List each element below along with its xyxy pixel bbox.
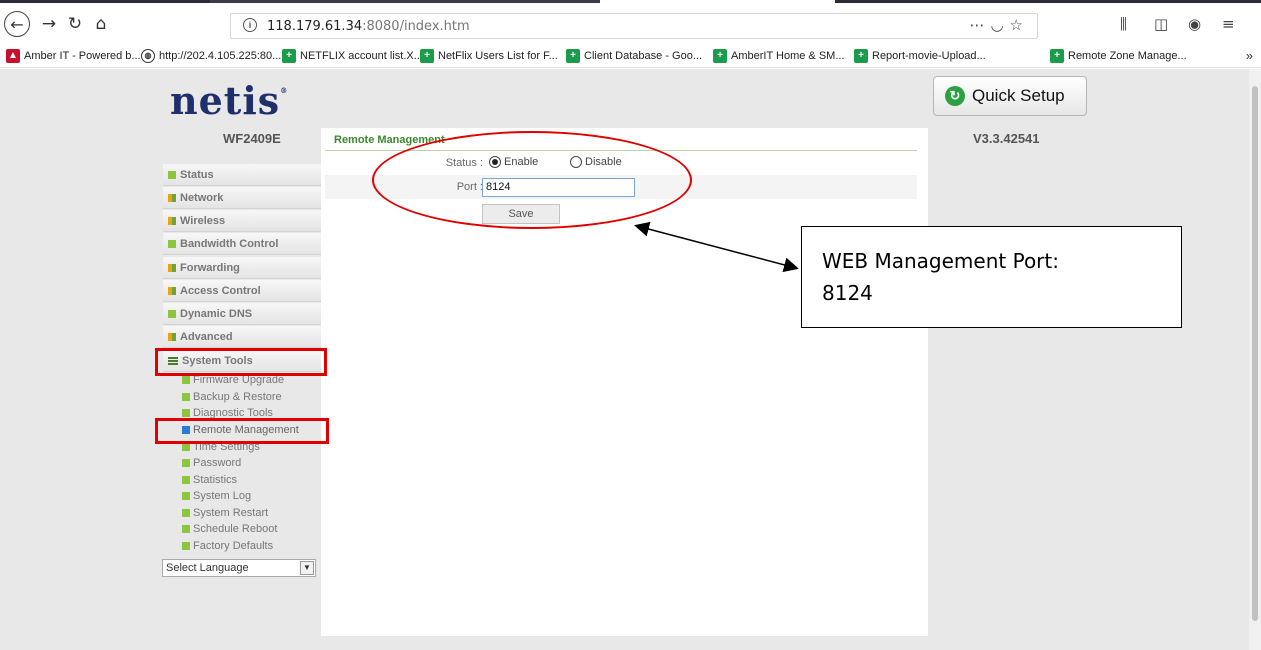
annotation-callout: WEB Management Port: 8124 — [801, 226, 1182, 328]
callout-line-1: WEB Management Port: — [822, 249, 1059, 273]
callout-line-2: 8124 — [822, 281, 873, 305]
screenshot-root: ← → ↻ ⌂ i 118.179.61.34:8080/index.htm ⋯… — [0, 0, 1261, 650]
